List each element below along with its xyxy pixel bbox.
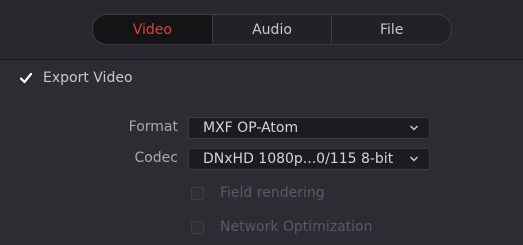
- field-rendering-label: Field rendering: [220, 185, 325, 201]
- tab-audio[interactable]: Audio: [211, 15, 332, 44]
- format-dropdown[interactable]: MXF OP-Atom: [188, 117, 430, 139]
- export-video-row[interactable]: Export Video: [19, 68, 133, 88]
- render-settings-header: Video Audio File: [0, 0, 523, 60]
- field-rendering-checkbox: [191, 186, 204, 200]
- checkmark-icon: [19, 72, 33, 84]
- tab-video[interactable]: Video: [93, 15, 212, 44]
- chevron-down-icon: [409, 125, 419, 131]
- codec-label: Codec: [134, 150, 178, 166]
- export-video-checkbox[interactable]: [19, 71, 33, 85]
- network-optimization-checkbox: [191, 220, 204, 234]
- format-label: Format: [128, 119, 178, 135]
- format-value: MXF OP-Atom: [203, 120, 299, 136]
- codec-dropdown[interactable]: DNxHD 1080p...0/115 8-bit: [188, 148, 430, 170]
- chevron-down-icon: [409, 156, 419, 162]
- codec-value: DNxHD 1080p...0/115 8-bit: [203, 151, 394, 167]
- export-video-label: Export Video: [43, 70, 133, 86]
- tab-file[interactable]: File: [331, 15, 451, 44]
- network-optimization-label: Network Optimization: [220, 219, 373, 235]
- settings-tab-bar: Video Audio File: [92, 14, 452, 45]
- field-rendering-row: Field rendering: [191, 184, 325, 202]
- network-optimization-row: Network Optimization: [191, 218, 372, 236]
